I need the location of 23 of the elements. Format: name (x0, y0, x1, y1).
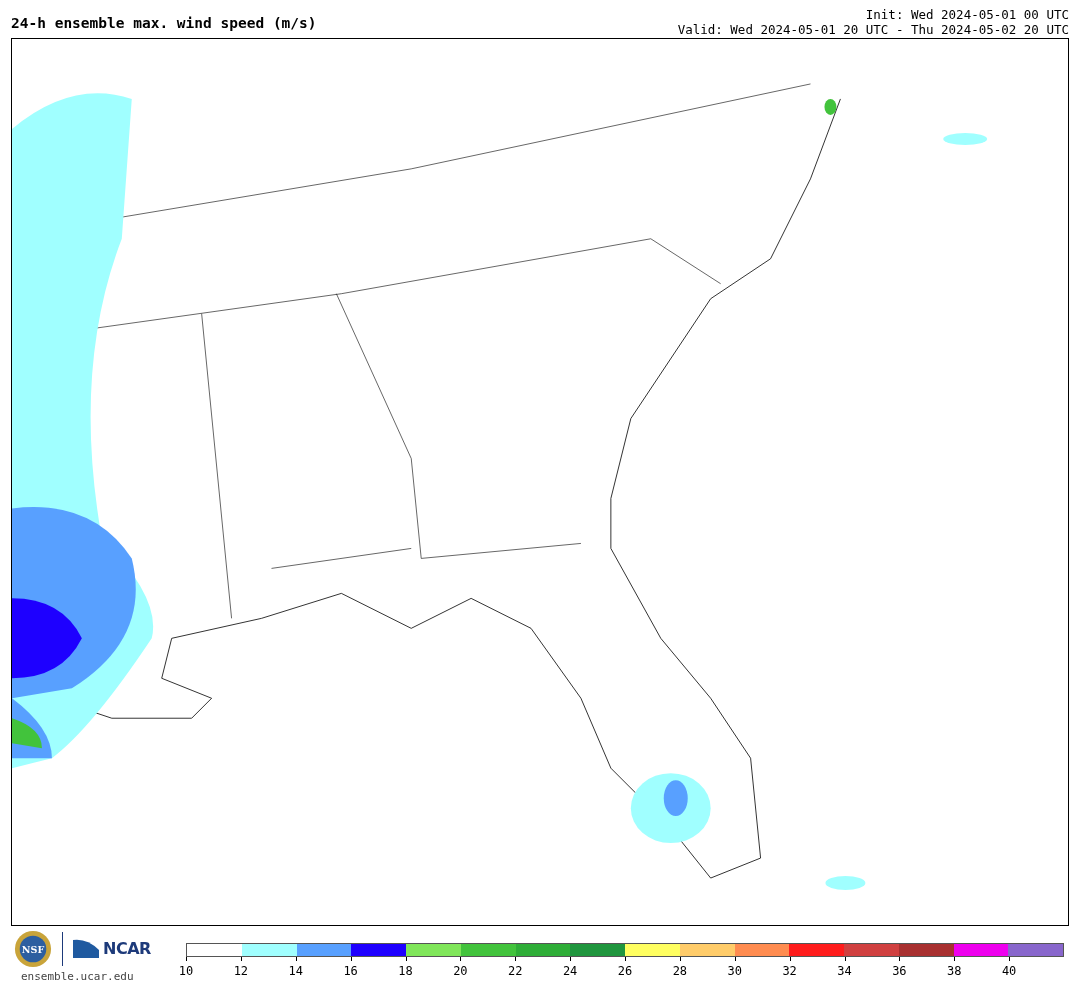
tick-label: 12 (213, 957, 269, 980)
nsf-logo: NSF (14, 930, 52, 968)
tick-label: 36 (871, 957, 927, 980)
tick-label: 38 (926, 957, 982, 980)
tick-label: 18 (378, 957, 433, 980)
tick-label: 20 (432, 957, 488, 980)
tick-label: 14 (268, 957, 324, 980)
site-url: ensemble.ucar.edu (20, 969, 135, 985)
tick-label: 24 (542, 957, 598, 980)
ncar-logo: NCAR (103, 938, 151, 960)
tick-label: 22 (487, 957, 543, 980)
ncar-swoosh-icon (73, 938, 99, 960)
tick-label: 40 (981, 957, 1037, 980)
tick-label: 26 (597, 957, 653, 980)
tick-label: 28 (652, 957, 708, 980)
tick-label: 32 (762, 957, 818, 980)
tick-label: 10 (158, 957, 214, 980)
tick-label: 30 (707, 957, 763, 980)
chart-title: 24-h ensemble max. wind speed (m/s) (11, 14, 317, 33)
init-time: Init: Wed 2024-05-01 00 UTC (864, 7, 1069, 22)
tick-label: 16 (323, 957, 379, 980)
tick-label: 34 (817, 957, 872, 980)
valid-time-range: Valid: Wed 2024-05-01 20 UTC - Thu 2024-05-02 20 UTC (677, 22, 1069, 37)
